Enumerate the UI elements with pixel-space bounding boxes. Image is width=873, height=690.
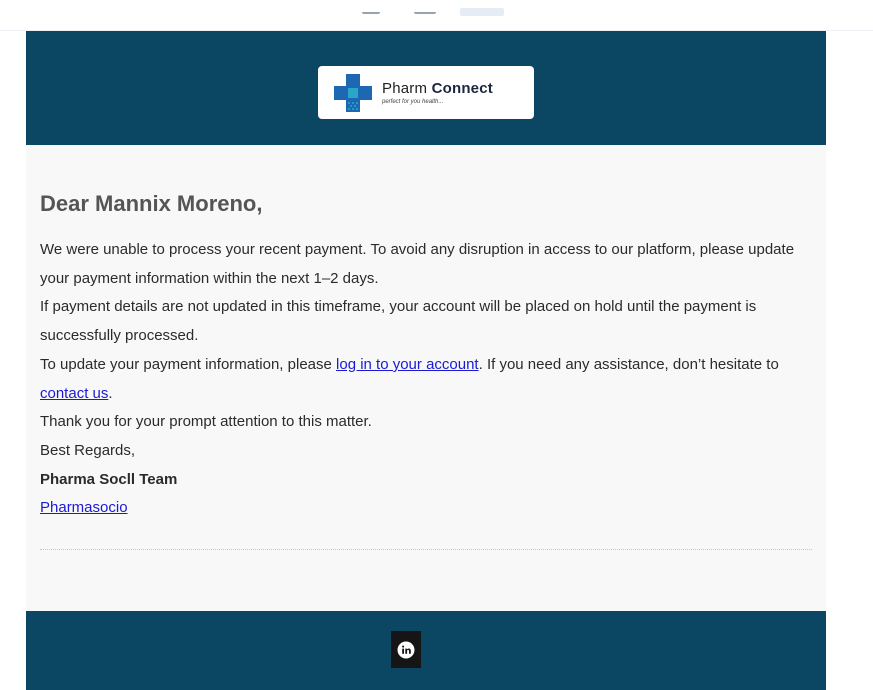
paragraph-account-hold: If payment details are not updated in th… (40, 298, 757, 345)
toolbar-control-1[interactable] (362, 8, 380, 14)
linkedin-icon (397, 641, 415, 658)
email-header: Pharm Connect perfect for you health... (26, 31, 826, 145)
email-content: Dear Mannix Moreno, We were unable to pr… (26, 190, 826, 551)
window-top-bar (0, 0, 873, 31)
paragraph-thanks: Thank you for your prompt attention to t… (40, 413, 372, 431)
linkedin-button[interactable] (391, 631, 421, 668)
brand-tagline: perfect for you health... (382, 99, 444, 105)
contact-us-link[interactable]: contact us (40, 385, 108, 402)
medical-cross-icon (334, 73, 372, 112)
closing-text: Best Regards, (40, 441, 136, 459)
content-divider (40, 549, 812, 551)
paragraph-update-info: To update your payment information, plea… (40, 351, 812, 408)
email-body: We were unable to process your recent pa… (40, 236, 812, 523)
brand-text: Pharm Connect perfect for you health... (382, 80, 493, 105)
update-text-middle: . If you need any assistance, don’t hesi… (478, 355, 779, 373)
brand-name-regular: Pharm (382, 80, 428, 97)
login-link[interactable]: log in to your account (336, 356, 479, 373)
team-name: Pharma Socll Team (40, 470, 178, 488)
email-container: Pharm Connect perfect for you health... … (26, 31, 826, 690)
brand-name: Pharm Connect (382, 80, 493, 97)
brand-name-bold: Connect (431, 80, 493, 97)
toolbar-control-3[interactable] (460, 8, 504, 16)
signature-line: Pharmasocio (40, 494, 812, 523)
pharmasocio-link[interactable]: Pharmasocio (40, 499, 128, 516)
paragraph-payment-failed: We were unable to process your recent pa… (40, 241, 795, 287)
greeting-heading: Dear Mannix Moreno, (40, 191, 263, 216)
email-footer (26, 611, 826, 690)
toolbar-control-2[interactable] (414, 8, 436, 14)
update-text-start: To update your payment information, plea… (40, 355, 337, 373)
brand-logo: Pharm Connect perfect for you health... (318, 66, 534, 119)
update-text-end: . (108, 384, 113, 402)
